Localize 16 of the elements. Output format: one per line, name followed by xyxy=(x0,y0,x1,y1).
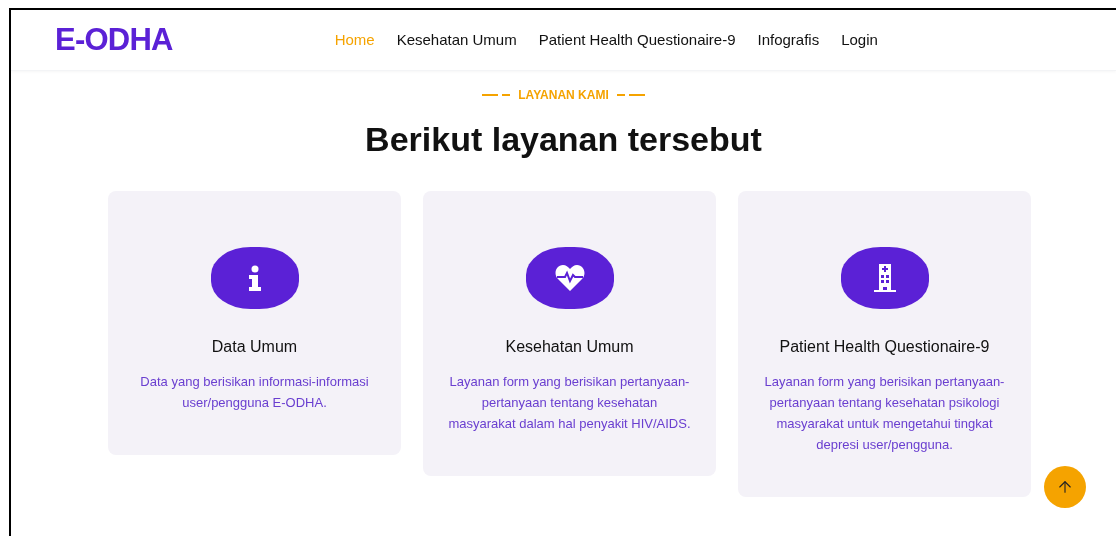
card-title: Patient Health Questionaire-9 xyxy=(779,337,990,357)
section-title: Berikut layanan tersebut xyxy=(365,119,762,160)
card-title: Data Umum xyxy=(211,337,298,357)
card-description: Layanan form yang berisikan pertanyaan-pertanyaan tentang kesehatan masyarakat dalam hal penyakit HIV/AIDS. xyxy=(447,373,692,433)
card-title: Kesehatan Umum xyxy=(505,337,634,357)
info-icon xyxy=(246,265,263,291)
brand-logo[interactable]: E-ODHA xyxy=(55,16,173,64)
nav-link[interactable]: Infografis xyxy=(757,28,820,52)
nav-link[interactable]: Patient Health Questionaire-9 xyxy=(538,28,736,52)
card-description: Data yang berisikan informasi-informasi user/pengguna E-ODHA. xyxy=(139,373,370,412)
heartbeat-icon xyxy=(554,265,585,291)
card-description: Layanan form yang berisikan pertanyaan-pertanyaan tentang kesehatan psikologi masyarakat untuk mengetahui tingkat depresi user/pengguna. xyxy=(763,373,1006,454)
nav-link[interactable]: Kesehatan Umum xyxy=(396,28,517,52)
hospital-icon xyxy=(873,264,896,292)
nav-link[interactable]: Login xyxy=(841,28,878,52)
section-eyebrow: LAYANAN KAMI xyxy=(518,87,609,104)
